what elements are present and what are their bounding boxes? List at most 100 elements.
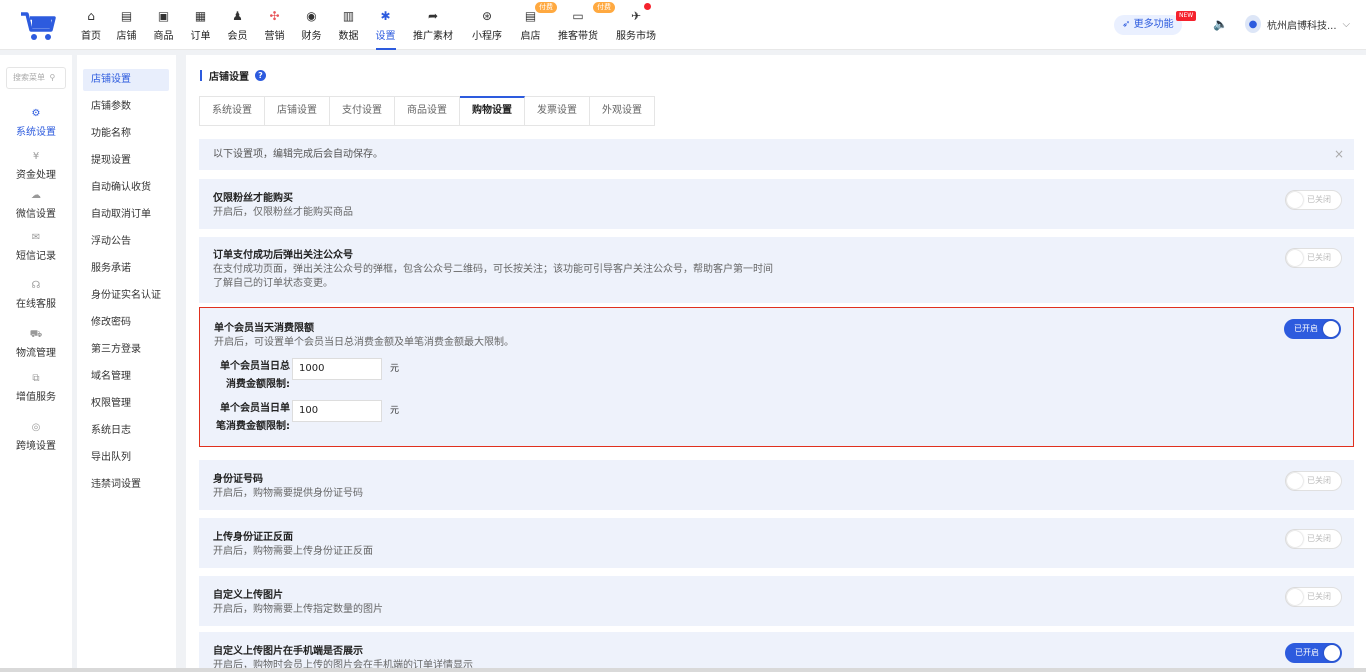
toggle-switch[interactable]: 已开启 <box>1285 643 1342 663</box>
nav-item-label: 财务 <box>301 31 322 42</box>
wechat-icon: ☁ <box>31 190 41 201</box>
account-name: 杭州启博科技... <box>1267 20 1337 32</box>
toggle-state-label: 已关闭 <box>1307 476 1331 485</box>
marketing-icon: ✣ <box>269 9 280 23</box>
side-menu-label: 物流管理 <box>16 348 56 359</box>
tab-7[interactable]: 外观设置 <box>590 96 655 126</box>
nav-item-2[interactable]: ▤ 店铺 <box>108 0 145 50</box>
more-features-button[interactable]: ➶ 更多功能 <box>1114 15 1182 35</box>
toggle-switch[interactable]: 已关闭 <box>1285 248 1342 268</box>
submenu-item-10[interactable]: 修改密码 <box>83 312 169 334</box>
setting-title: 自定义上传图片 <box>213 590 283 601</box>
message-icon: ✉ <box>31 232 41 243</box>
nav-item-7[interactable]: ◉ 财务 <box>293 0 330 50</box>
submenu-item-2[interactable]: 店铺参数 <box>83 96 169 118</box>
nav-item-label: 数据 <box>338 31 359 42</box>
side-menu-label: 在线客服 <box>16 299 56 310</box>
submenu-item-3[interactable]: 功能名称 <box>83 123 169 145</box>
menu-search-input[interactable]: 搜索菜单 ⚲ <box>6 67 66 89</box>
submenu-item-4[interactable]: 提现设置 <box>83 150 169 172</box>
nav-item-11[interactable]: ⊛ 小程序 <box>462 0 512 50</box>
side-menu-item-5[interactable]: ☊ 在线客服 <box>0 280 72 310</box>
submenu-item-9[interactable]: 身份证实名认证 <box>83 285 169 307</box>
limit-field-1: 单个会员当日总消费金额限制: 1000 元 <box>214 358 399 394</box>
toggle-switch[interactable]: 已开启 <box>1284 319 1341 339</box>
shop-cart-logo[interactable] <box>18 8 58 42</box>
toggle-state-label: 已开启 <box>1295 648 1319 657</box>
side-menu-item-1[interactable]: ⚙ 系统设置 <box>0 108 72 138</box>
toggle-switch[interactable]: 已关闭 <box>1285 190 1342 210</box>
nav-item-3[interactable]: ▣ 商品 <box>145 0 182 50</box>
side-menu-item-4[interactable]: ✉ 短信记录 <box>0 232 72 262</box>
toggle-state-label: 已关闭 <box>1307 253 1331 262</box>
tab-4[interactable]: 商品设置 <box>395 96 460 126</box>
tab-6[interactable]: 发票设置 <box>525 96 590 126</box>
speaker-icon[interactable]: 🔈 <box>1213 17 1228 31</box>
tab-1[interactable]: 系统设置 <box>199 96 265 126</box>
submenu-item-13[interactable]: 权限管理 <box>83 393 169 415</box>
side-menu-item-8[interactable]: ◎ 跨境设置 <box>0 422 72 452</box>
nav-item-12[interactable]: ▤ 启店 付费 <box>512 0 557 50</box>
setting-title: 自定义上传图片在手机端是否展示 <box>213 646 363 657</box>
nav-item-1[interactable]: ⌂ 首页 <box>74 0 108 50</box>
nav-item-8[interactable]: ▥ 数据 <box>330 0 367 50</box>
toggle-switch[interactable]: 已关闭 <box>1285 529 1342 549</box>
setting-description: 开启后，购物需要提供身份证号码 <box>213 488 363 499</box>
submenu-item-11[interactable]: 第三方登录 <box>83 339 169 361</box>
new-badge: NEW <box>1176 11 1197 21</box>
setting-description: 开启后，可设置单个会员当日总消费金额及单笔消费金额最大限制。 <box>214 337 514 348</box>
truck-icon: ⛟ <box>29 329 43 340</box>
tab-5[interactable]: 购物设置 <box>460 96 525 126</box>
top-navigation-bar: ⌂ 首页 ▤ 店铺 ▣ 商品 ▦ 订单 ♟ 会员 ✣ 营销 ◉ 财务 ▥ 数据 ✱ 设置 ➦ 推广素材 ⊛ 小程序 ▤ 启店付… <box>0 0 1366 50</box>
primary-sidebar: 搜索菜单 ⚲ ⚙ 系统设置 ¥ 资金处理 ☁ 微信设置 ✉ 短信记录 ☊ 在线客服 ⛟ 物流管理 ⧉ 增值… <box>0 55 72 672</box>
account-menu[interactable]: ● 杭州启博科技... ⌵ <box>1245 15 1350 33</box>
submenu-item-8[interactable]: 服务承诺 <box>83 258 169 280</box>
setting-description: 在支付成功页面，弹出关注公众号的弹框，包含公众号二维码，可长按关注；该功能可引导… <box>213 264 773 289</box>
page-title: 店铺设置 ? <box>200 68 266 83</box>
side-menu-item-7[interactable]: ⧉ 增值服务 <box>0 373 72 403</box>
settings-icon: ✱ <box>380 9 391 23</box>
nav-item-13[interactable]: ▭ 推客带货 付费 <box>549 0 615 50</box>
side-menu-item-3[interactable]: ☁ 微信设置 <box>0 190 72 220</box>
side-menu-item-2[interactable]: ¥ 资金处理 <box>0 151 72 181</box>
nav-item-5[interactable]: ♟ 会员 <box>219 0 256 50</box>
nav-item-label: 启店 <box>520 31 541 42</box>
side-menu-label: 跨境设置 <box>16 441 56 452</box>
toggle-switch[interactable]: 已关闭 <box>1285 471 1342 491</box>
limit-amount-input[interactable]: 100 <box>292 400 382 422</box>
submenu-item-5[interactable]: 自动确认收货 <box>83 177 169 199</box>
setting-title: 单个会员当天消费限额 <box>214 323 314 334</box>
horizontal-scrollbar[interactable] <box>0 668 1366 672</box>
submenu-item-1[interactable]: 店铺设置 <box>83 69 169 91</box>
help-icon[interactable]: ? <box>255 70 266 81</box>
setting-description: 开启后，仅限粉丝才能购买商品 <box>213 207 353 218</box>
submenu-item-7[interactable]: 浮动公告 <box>83 231 169 253</box>
side-menu-label: 资金处理 <box>16 170 56 181</box>
main-nav: ⌂ 首页 ▤ 店铺 ▣ 商品 ▦ 订单 ♟ 会员 ✣ 营销 ◉ 财务 ▥ 数据 ✱ 设置 ➦ 推广素材 ⊛ 小程序 ▤ 启店付… <box>74 0 665 50</box>
limit-amount-input[interactable]: 1000 <box>292 358 382 380</box>
setting-row-6: 自定义上传图片 开启后，购物需要上传指定数量的图片 已关闭 <box>199 576 1354 626</box>
nav-item-label: 营销 <box>264 31 285 42</box>
setting-row-7: 自定义上传图片在手机端是否展示 开启后，购物时会员上传的图片会在手机端的订单详情显… <box>199 632 1354 672</box>
gear-icon: ⚙ <box>31 108 41 119</box>
tab-2[interactable]: 店铺设置 <box>265 96 330 126</box>
nav-item-9[interactable]: ✱ 设置 <box>367 0 404 50</box>
submenu-item-12[interactable]: 域名管理 <box>83 366 169 388</box>
submenu-item-16[interactable]: 违禁词设置 <box>83 474 169 496</box>
toggle-switch[interactable]: 已关闭 <box>1285 587 1342 607</box>
side-menu-item-6[interactable]: ⛟ 物流管理 <box>0 329 72 359</box>
close-icon[interactable]: × <box>1334 139 1344 170</box>
nav-item-10[interactable]: ➦ 推广素材 <box>404 0 462 50</box>
submenu-item-14[interactable]: 系统日志 <box>83 420 169 442</box>
headset-icon: ☊ <box>31 280 41 291</box>
tab-3[interactable]: 支付设置 <box>330 96 395 126</box>
submenu-item-15[interactable]: 导出队列 <box>83 447 169 469</box>
nav-item-label: 推客带货 <box>558 31 598 42</box>
submenu-item-6[interactable]: 自动取消订单 <box>83 204 169 226</box>
nav-item-14[interactable]: ✈ 服务市场 <box>607 0 665 50</box>
side-menu-label: 系统设置 <box>16 127 56 138</box>
nav-item-4[interactable]: ▦ 订单 <box>182 0 219 50</box>
nav-item-label: 设置 <box>375 31 396 42</box>
nav-item-6[interactable]: ✣ 营销 <box>256 0 293 50</box>
main-content: 店铺设置 ? 系统设置 店铺设置 支付设置 商品设置 购物设置 发票设置 外观设置 以下设置… <box>186 55 1366 672</box>
